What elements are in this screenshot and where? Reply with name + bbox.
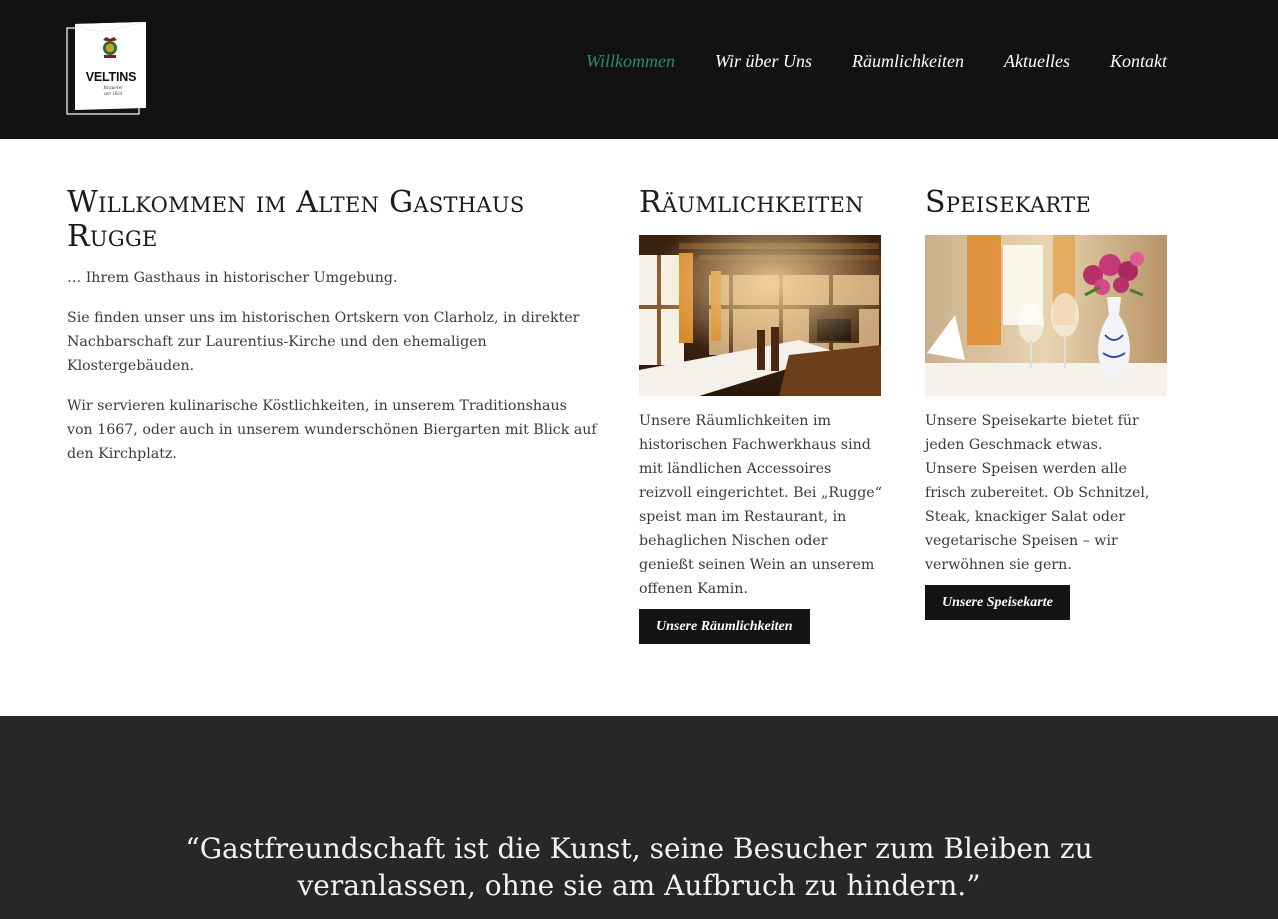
main-navigation: Willkommen Wir über Uns Räumlichkeiten A…	[546, 51, 1167, 72]
veltins-logo[interactable]: VELTINS Brauerei seit 1824	[66, 22, 148, 115]
welcome-intro: … Ihrem Gasthaus in historischer Umgebun…	[67, 270, 398, 286]
logo-wordmark: VELTINS	[85, 70, 137, 84]
menu-description-line1: Unsere Speisekarte bietet für jeden Gesc…	[925, 413, 1139, 453]
logo-frame-icon	[66, 22, 147, 115]
welcome-title: Willkommen im Alten Gasthaus Rugge	[67, 185, 525, 254]
nav-wir-ueber-uns[interactable]: Wir über Uns	[715, 51, 812, 72]
table-setting-image[interactable]	[925, 235, 1167, 396]
menu-description-line2: Unsere Speisen werden alle frisch zubere…	[925, 461, 1150, 573]
welcome-paragraph-location: Sie finden unser uns im historischen Ort…	[67, 310, 580, 374]
nav-raeumlichkeiten[interactable]: Räumlichkeiten	[852, 51, 964, 72]
rooms-description: Unsere Räumlichkeiten im historischen Fa…	[639, 413, 882, 597]
menu-title: Speisekarte	[925, 185, 1092, 220]
rooms-button[interactable]: Unsere Räumlichkeiten	[639, 609, 810, 644]
rooms-title: Räumlichkeiten	[639, 185, 864, 220]
nav-aktuelles[interactable]: Aktuelles	[1004, 51, 1070, 72]
menu-description: Unsere Speisekarte bietet für jeden Gesc…	[925, 409, 1169, 577]
welcome-section: Willkommen im Alten Gasthaus Rugge … Ihr…	[67, 186, 597, 466]
menu-section: Speisekarte Unsere Speisekarte bietet fü…	[925, 186, 1169, 620]
menu-button[interactable]: Unsere Speisekarte	[925, 585, 1070, 620]
rooms-section: Räumlichkeiten Unsere Räumlichkeiten im …	[639, 186, 883, 644]
hospitality-quote: “Gastfreundschaft ist die Kunst, seine B…	[185, 832, 1093, 902]
logo-subtitle: Brauerei	[103, 85, 123, 91]
welcome-paragraph-cuisine: Wir servieren kulinarische Köstlichkeite…	[67, 398, 597, 462]
restaurant-interior-image[interactable]	[639, 235, 881, 396]
nav-willkommen[interactable]: Willkommen	[586, 51, 675, 72]
nav-kontakt[interactable]: Kontakt	[1110, 51, 1167, 72]
site-header: VELTINS Brauerei seit 1824 Willkommen Wi…	[0, 0, 1278, 139]
logo-year: seit 1824	[103, 92, 123, 97]
